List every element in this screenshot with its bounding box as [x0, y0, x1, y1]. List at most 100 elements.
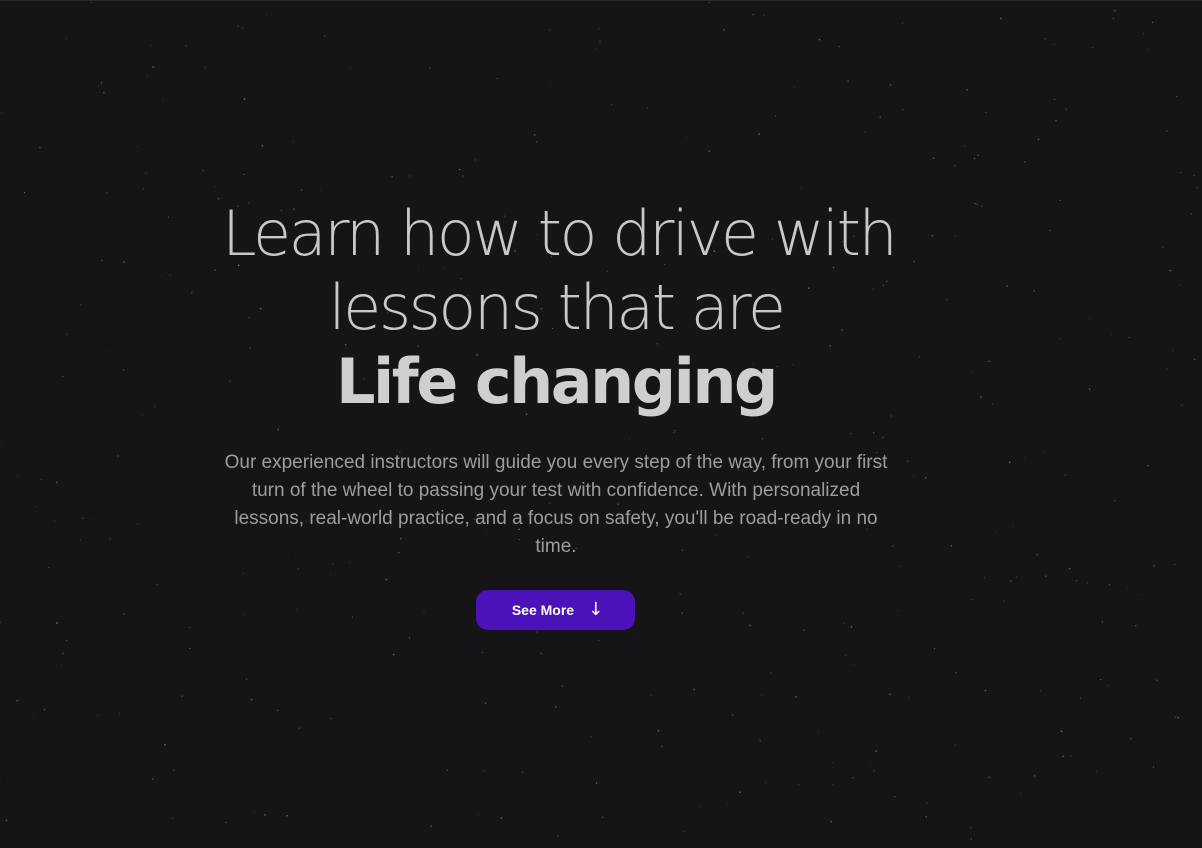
star-dot [1132, 309, 1134, 311]
star-dot [742, 612, 744, 614]
star-dot [1086, 581, 1089, 584]
star-dot [481, 652, 483, 654]
star-dot [1065, 108, 1067, 110]
star-dot [1012, 525, 1014, 527]
star-dot [122, 369, 125, 371]
star-dot [984, 689, 987, 692]
star-dot [100, 82, 102, 84]
star-dot [752, 13, 755, 16]
star-dot [10, 183, 12, 185]
star-dot [330, 573, 332, 575]
star-dot [971, 599, 973, 601]
star-dot [894, 796, 896, 798]
star-dot [1174, 563, 1176, 566]
star-dot [812, 171, 814, 172]
star-dot [1088, 388, 1091, 391]
star-dot [988, 360, 991, 363]
star-dot [685, 137, 687, 139]
star-dot [484, 702, 487, 704]
star-dot [1020, 793, 1022, 795]
star-dot [392, 653, 395, 656]
star-dot [1095, 770, 1097, 772]
star-dot [908, 696, 910, 698]
star-dot [349, 561, 351, 563]
star-dot [954, 235, 956, 237]
star-dot [954, 165, 956, 167]
star-dot [843, 622, 846, 624]
star-dot [79, 539, 82, 541]
star-dot [1169, 269, 1172, 272]
star-dot [1101, 621, 1104, 623]
star-dot [844, 654, 846, 656]
headline-line-1: Learn how to drive with [222, 197, 898, 270]
star-dot [1059, 199, 1061, 201]
star-dot [160, 275, 162, 277]
star-dot [82, 517, 84, 520]
star-dot [1, 112, 3, 114]
star-dot [261, 145, 264, 147]
star-dot [323, 35, 326, 38]
star-dot [1177, 716, 1180, 719]
star-dot [964, 145, 966, 147]
star-dot [217, 197, 220, 200]
star-dot [496, 77, 498, 80]
star-dot [932, 157, 935, 160]
star-dot [985, 111, 987, 114]
star-dot [983, 577, 985, 579]
star-dot [1068, 567, 1071, 570]
star-dot [214, 269, 216, 271]
star-dot [1166, 130, 1168, 132]
star-dot [185, 45, 187, 47]
star-dot [1070, 755, 1072, 757]
star-dot [599, 40, 601, 43]
star-dot [759, 739, 762, 742]
star-dot [970, 826, 972, 828]
star-dot [351, 616, 354, 618]
star-dot [1008, 461, 1011, 464]
star-dot [60, 665, 62, 666]
star-dot [173, 769, 175, 772]
star-dot [33, 713, 35, 715]
star-dot [5, 819, 8, 821]
star-dot [56, 481, 58, 484]
star-dot [800, 188, 802, 190]
star-dot [550, 85, 552, 87]
star-dot [1152, 766, 1155, 768]
star-dot [173, 485, 175, 487]
star-dot [215, 186, 217, 187]
arrow-down-icon: ↓ [588, 599, 604, 620]
star-dot [521, 771, 524, 773]
star-dot [202, 169, 204, 171]
star-dot [803, 629, 805, 632]
star-dot [765, 782, 767, 784]
star-dot [191, 291, 193, 294]
star-dot [1043, 450, 1045, 452]
star-dot [681, 612, 683, 614]
star-dot [109, 538, 111, 540]
star-dot [40, 478, 43, 481]
star-dot [980, 396, 982, 398]
star-dot [1003, 600, 1005, 603]
star-dot [119, 712, 121, 715]
star-dot [143, 188, 145, 190]
star-dot [931, 235, 934, 237]
star-dot [533, 134, 536, 136]
star-dot [850, 626, 853, 628]
star-dot [557, 835, 559, 837]
star-dot [97, 85, 99, 87]
star-dot [172, 818, 174, 819]
star-dot [973, 157, 976, 160]
star-dot [540, 652, 543, 655]
star-dot [976, 203, 978, 205]
star-dot [1147, 464, 1149, 467]
star-dot [1145, 62, 1147, 64]
star-dot [988, 776, 990, 779]
star-dot [141, 415, 143, 417]
star-dot [793, 87, 795, 89]
star-dot [62, 652, 64, 655]
star-dot [1033, 775, 1036, 777]
star-dot [56, 622, 58, 624]
star-dot [65, 38, 67, 40]
star-dot [954, 744, 956, 746]
see-more-button[interactable]: See More ↓ [476, 590, 635, 630]
